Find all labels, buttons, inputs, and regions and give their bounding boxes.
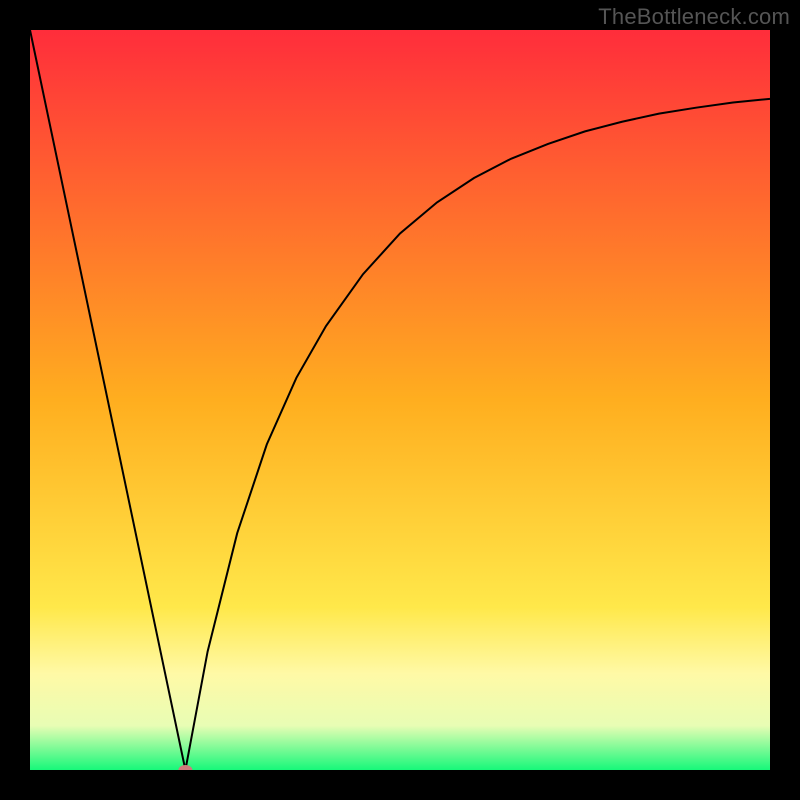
chart-frame: TheBottleneck.com: [0, 0, 800, 800]
gradient-background: [30, 30, 770, 770]
watermark-text: TheBottleneck.com: [598, 4, 790, 30]
plot-area: [30, 30, 770, 770]
chart-svg: [30, 30, 770, 770]
